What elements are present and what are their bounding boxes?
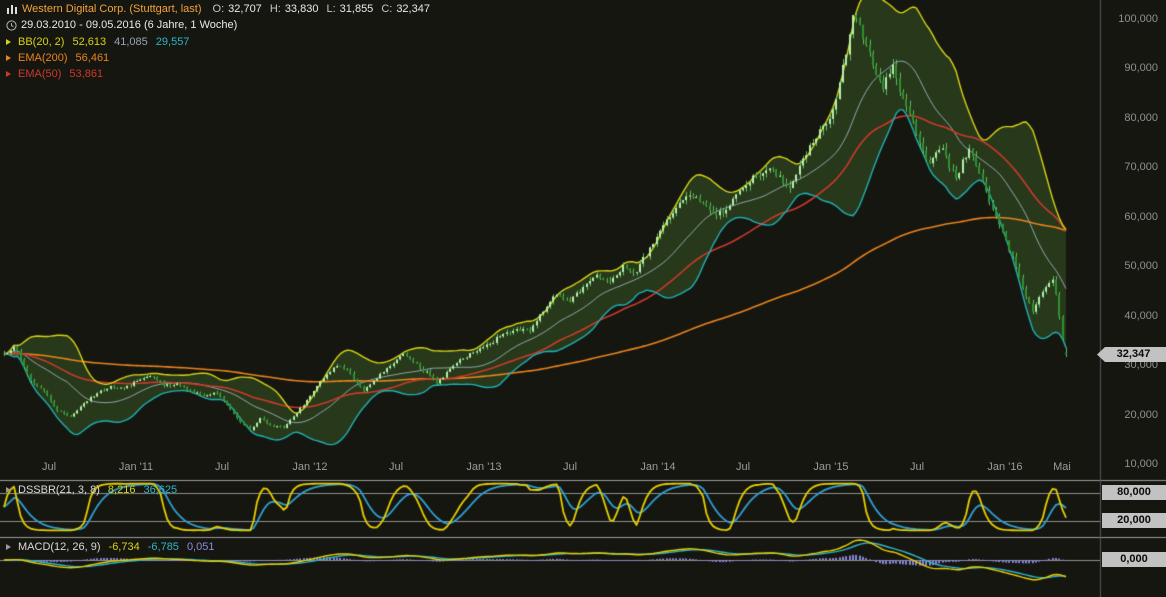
price-chart-canvas[interactable] [0, 0, 1166, 597]
trading-chart-app: Western Digital Corp. (Stuttgart, last) … [0, 0, 1166, 597]
